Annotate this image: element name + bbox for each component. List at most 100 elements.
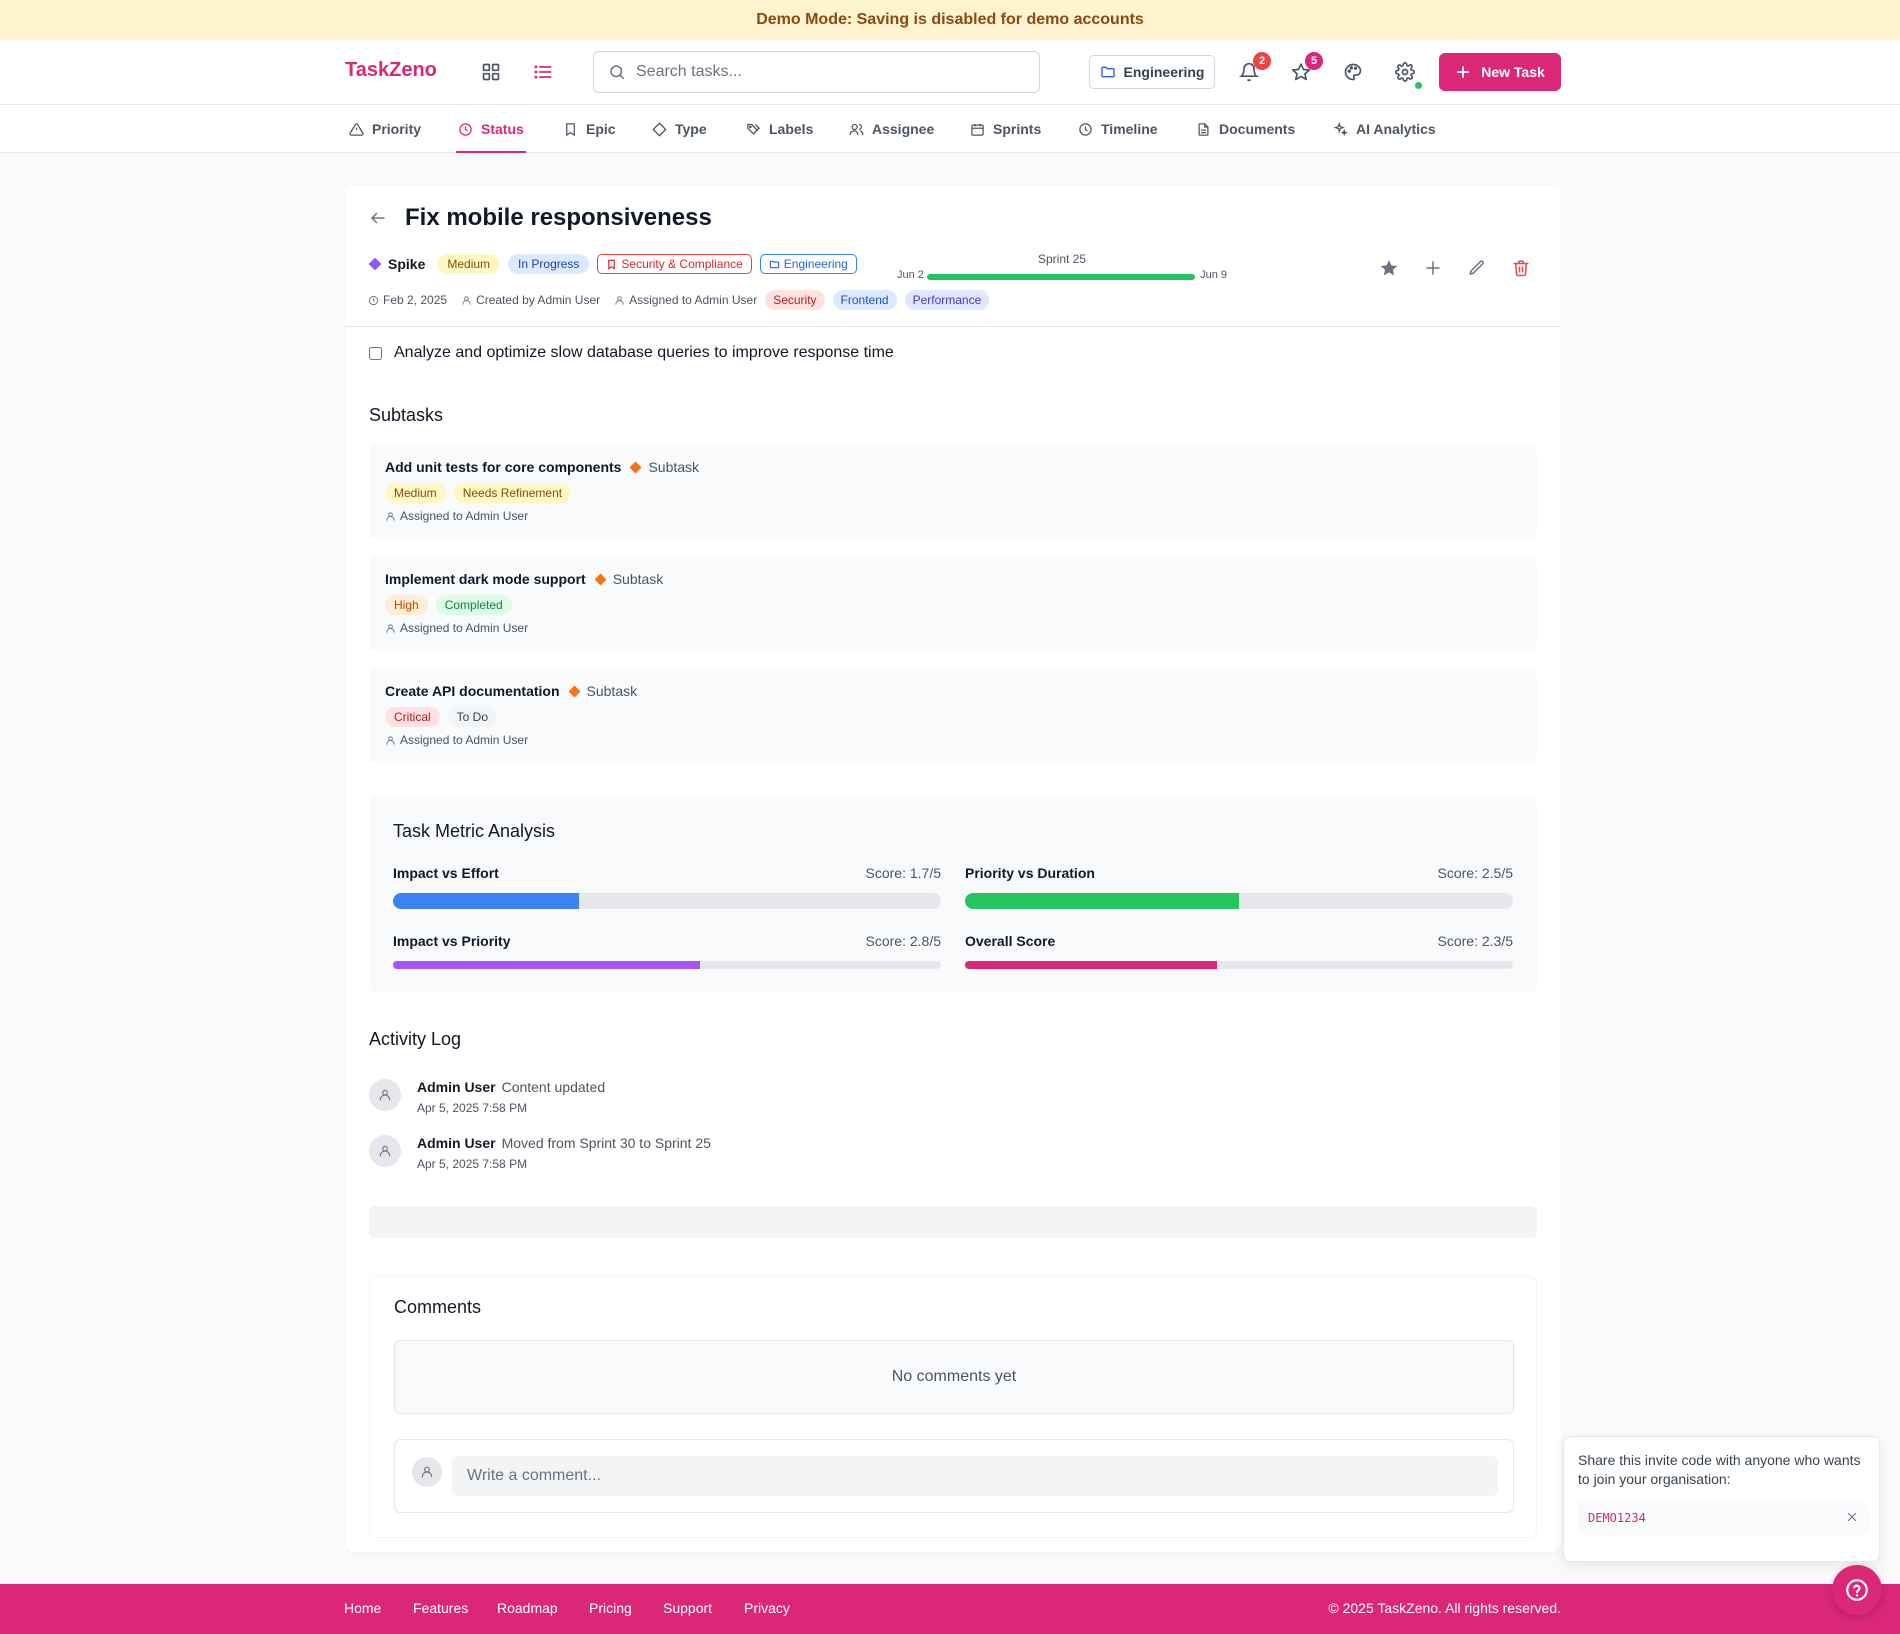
calendar-icon (970, 122, 985, 137)
task-title: Fix mobile responsiveness (405, 204, 712, 231)
folder-icon (1100, 64, 1116, 80)
activity-user: Admin User (417, 1079, 496, 1095)
project-tag[interactable]: Engineering (759, 254, 857, 274)
activity-time: Apr 5, 2025 7:58 PM (417, 1157, 528, 1171)
subtask-title: Create API documentation (385, 683, 560, 699)
star-icon[interactable] (1377, 256, 1401, 280)
back-arrow-icon[interactable] (369, 209, 387, 232)
tab-labels[interactable]: Labels (746, 105, 813, 153)
grid-view-icon[interactable] (479, 60, 503, 84)
divider (345, 326, 1561, 327)
subtask-type-label: Subtask (612, 571, 664, 587)
theme-palette-icon[interactable] (1341, 60, 1365, 84)
folder-icon (769, 259, 780, 270)
clock-icon (458, 122, 473, 137)
search-input[interactable] (636, 63, 1016, 81)
assigned-to-text: Assigned to Admin User (629, 293, 758, 307)
tab-documents[interactable]: Documents (1196, 105, 1295, 153)
invite-code-field[interactable]: DEMO1234 (1578, 1501, 1869, 1535)
subtask-assignee-text: Assigned to Admin User (400, 733, 529, 747)
activity-time: Apr 5, 2025 7:58 PM (417, 1101, 528, 1115)
tab-priority[interactable]: Priority (349, 105, 421, 153)
sprint-start-date: Jun 2 (897, 269, 924, 281)
footer-link-support[interactable]: Support (663, 1600, 712, 1616)
tab-type[interactable]: Type (652, 105, 707, 153)
delete-trash-icon[interactable] (1509, 256, 1533, 280)
priority-badge: High (385, 595, 428, 615)
tab-status[interactable]: Status (456, 105, 526, 153)
empty-section-strip (369, 1206, 1537, 1238)
subtask-card[interactable]: Add unit tests for core components Subta… (369, 443, 1537, 539)
clock-icon (368, 295, 379, 306)
subtask-card[interactable]: Implement dark mode support Subtask High… (369, 555, 1537, 651)
user-icon (461, 295, 472, 306)
diamond-icon (594, 573, 607, 586)
help-button[interactable] (1832, 1565, 1882, 1615)
tab-epic[interactable]: Epic (563, 105, 616, 153)
tab-ai-analytics[interactable]: AI Analytics (1333, 105, 1436, 153)
tab-timeline[interactable]: Timeline (1078, 105, 1158, 153)
user-icon (420, 1465, 434, 1479)
priority-badge[interactable]: Medium (437, 254, 501, 274)
users-icon (849, 122, 864, 137)
task-detail-card: Fix mobile responsiveness Spike Medium I… (345, 186, 1561, 1552)
settings-gear-icon[interactable] (1393, 60, 1423, 90)
notifications-bell-icon[interactable]: 2 (1237, 52, 1271, 84)
subtask-title: Implement dark mode support (385, 571, 586, 587)
alert-triangle-icon (349, 122, 364, 137)
label-pill[interactable]: Performance (904, 290, 990, 310)
subtask-type: Subtask (568, 683, 637, 699)
subtask-badges: Medium Needs Refinement (385, 483, 572, 503)
tab-label: Labels (769, 121, 814, 137)
label-pill[interactable]: Security (765, 290, 825, 310)
notifications-count-badge: 2 (1253, 52, 1271, 70)
footer-link-features[interactable]: Features (413, 1600, 468, 1616)
subtask-card[interactable]: Create API documentation Subtask Critica… (369, 667, 1537, 763)
tab-assignee[interactable]: Assignee (849, 105, 934, 153)
epic-tag[interactable]: Security & Compliance (597, 254, 752, 274)
subtask-title-row: Implement dark mode support Subtask (385, 571, 663, 587)
tab-label: Type (675, 121, 707, 137)
favorites-star-icon[interactable]: 5 (1289, 52, 1323, 84)
tags-icon (746, 122, 761, 137)
subtask-type: Subtask (629, 459, 699, 475)
subtask-assignee: Assigned to Admin User (385, 733, 528, 747)
close-icon[interactable] (1845, 1510, 1859, 1527)
tab-sprints[interactable]: Sprints (970, 105, 1041, 153)
new-task-button[interactable]: New Task (1439, 53, 1561, 91)
tab-label: Timeline (1101, 121, 1158, 137)
plus-icon (1455, 64, 1471, 80)
organisation-label: Engineering (1123, 64, 1205, 80)
task-type[interactable]: Spike (368, 256, 425, 272)
activity-text: Content updated (501, 1079, 606, 1095)
label-pill[interactable]: Frontend (832, 290, 897, 310)
tab-label: AI Analytics (1356, 121, 1436, 137)
comment-input[interactable] (452, 1456, 1498, 1496)
footer-link-home[interactable]: Home (344, 1600, 381, 1616)
task-metric-analysis: Task Metric Analysis Impact vs Effort Sc… (369, 795, 1537, 993)
status-badge: To Do (447, 707, 498, 727)
task-info-row: Feb 2, 2025 Created by Admin User Assign… (368, 290, 990, 310)
user-icon (378, 1144, 392, 1158)
view-tabs: Priority Status Epic Type Labels Assigne… (0, 105, 1900, 153)
help-question-icon (1844, 1577, 1870, 1603)
footer-link-roadmap[interactable]: Roadmap (497, 1600, 558, 1616)
metric-score: Score: 2.8/5 (865, 933, 942, 949)
footer-link-privacy[interactable]: Privacy (744, 1600, 790, 1616)
description-text: Analyze and optimize slow database queri… (394, 344, 894, 361)
status-badge[interactable]: In Progress (508, 254, 590, 274)
edit-pencil-icon[interactable] (1465, 256, 1489, 280)
organisation-selector[interactable]: Engineering (1089, 55, 1215, 89)
list-view-icon[interactable] (531, 60, 555, 84)
task-meta-row: Spike Medium In Progress Security & Comp… (368, 254, 857, 274)
subtask-title-row: Create API documentation Subtask (385, 683, 637, 699)
add-icon[interactable] (1421, 256, 1445, 280)
subtask-assignee-text: Assigned to Admin User (400, 621, 529, 635)
brand-logo[interactable]: TaskZeno (345, 59, 437, 82)
description-checkbox[interactable] (369, 346, 382, 360)
online-status-dot (1414, 81, 1423, 90)
activity-entry: Admin User Moved from Sprint 30 to Sprint… (369, 1135, 711, 1171)
footer-link-pricing[interactable]: Pricing (589, 1600, 632, 1616)
user-icon (385, 623, 396, 634)
diamond-icon (568, 685, 581, 698)
